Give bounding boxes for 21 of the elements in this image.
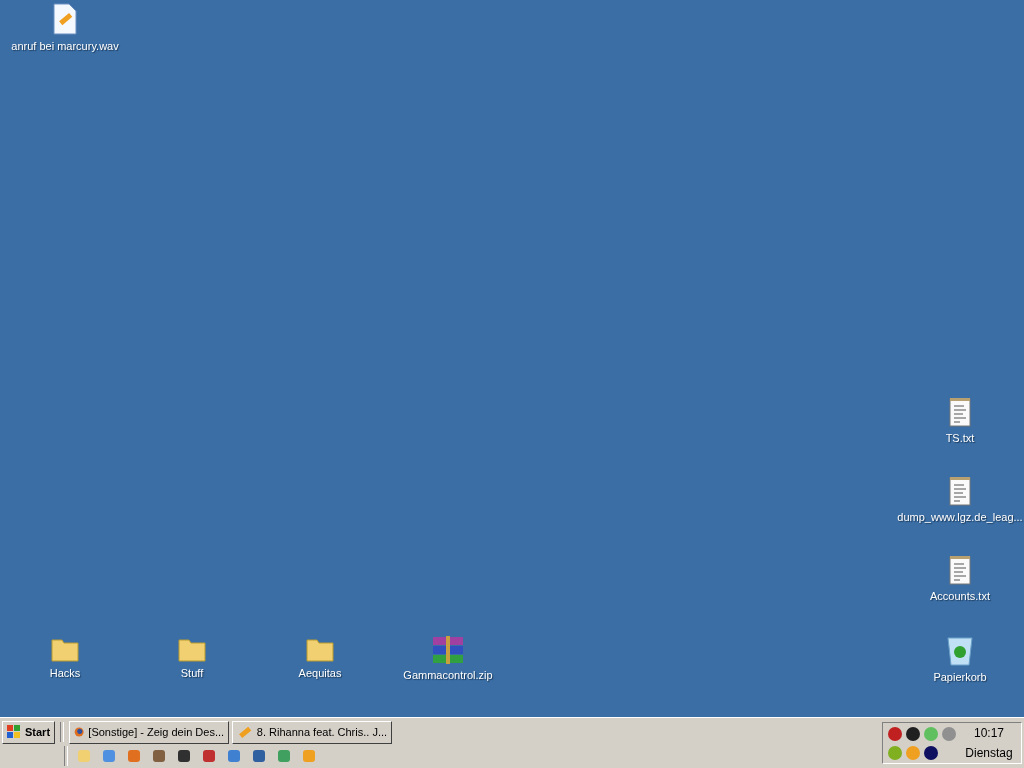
audio-file-icon [52, 3, 78, 35]
clock-day: Dienstag [965, 746, 1013, 760]
icon-label[interactable]: Papierkorb [933, 671, 987, 683]
clock-time: 10:17 [974, 726, 1004, 740]
icon-label[interactable]: Stuff [180, 667, 204, 679]
task-button[interactable]: [Sonstige] - Zeig dein Des... [69, 720, 230, 744]
icon-label[interactable]: Gammacontrol.zip [403, 669, 493, 681]
notepad-file-icon [948, 555, 972, 585]
windows-flag-icon [7, 725, 21, 739]
icon-label[interactable]: Accounts.txt [930, 590, 990, 602]
icon-label[interactable]: TS.txt [945, 432, 975, 444]
task-button[interactable]: 8. Rihanna feat. Chris.. J... [232, 720, 393, 744]
start-button[interactable]: Start [2, 720, 56, 744]
notepad-file-icon [948, 397, 972, 427]
notepad-file-icon [948, 476, 972, 506]
icon-label[interactable]: Hacks [49, 667, 81, 679]
recycle-bin-icon [946, 634, 974, 666]
archive-books-icon [432, 636, 464, 664]
icon-label[interactable]: dump_www.lgz.de_leag... [897, 511, 1023, 523]
icon-label[interactable]: anruf bei marcury.wav [11, 40, 119, 52]
icon-label[interactable]: Aequitas [298, 667, 342, 679]
